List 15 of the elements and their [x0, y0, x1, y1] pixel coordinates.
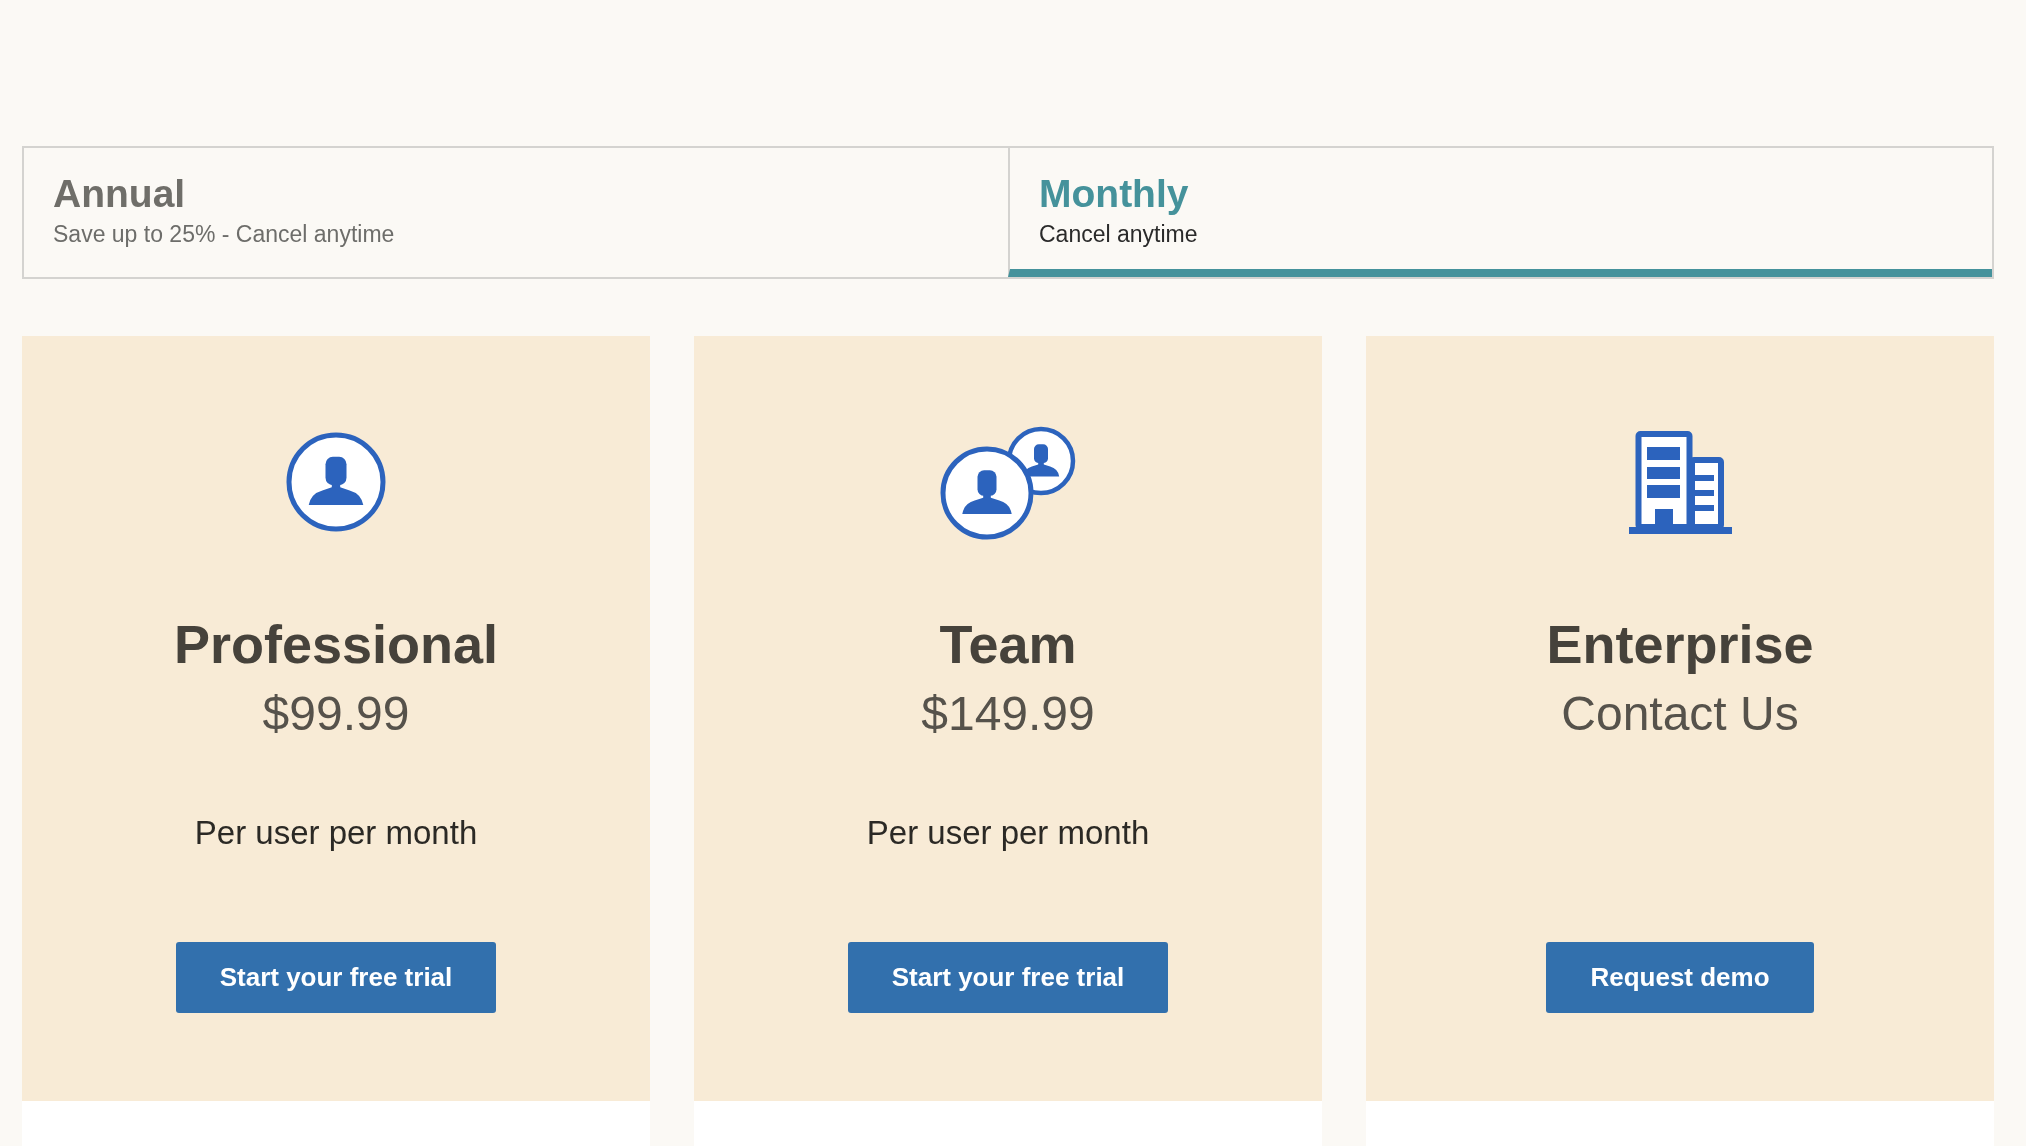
two-people-icon — [940, 424, 1076, 540]
plan-name: Professional — [173, 613, 499, 676]
plan-name: Team — [939, 613, 1077, 676]
person-icon — [286, 432, 386, 532]
price-note: Per user per month — [866, 813, 1150, 853]
office-building-icon — [1628, 430, 1732, 534]
plan-name: Enterprise — [1546, 613, 1814, 676]
plan-price: $149.99 — [921, 686, 1095, 742]
price-note: Per user per month — [194, 813, 478, 853]
plan-price: Contact Us — [1561, 686, 1799, 742]
plan-price: $99.99 — [262, 686, 410, 742]
plan-cta-button[interactable]: Request demo — [1546, 942, 1814, 1013]
plan-cta-button[interactable]: Start your free trial — [175, 942, 497, 1013]
billing-period-tab[interactable]: Monthly Cancel anytime — [1008, 148, 1992, 277]
plan-cta-button[interactable]: Start your free trial — [847, 942, 1169, 1013]
